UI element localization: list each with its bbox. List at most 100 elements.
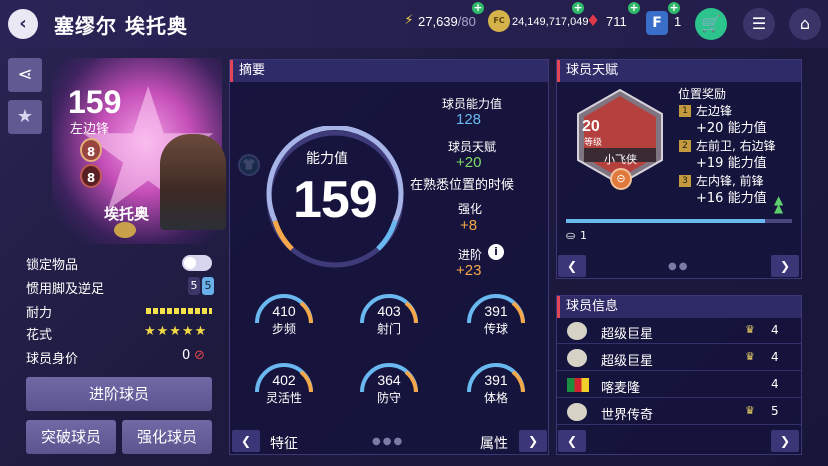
talent-medal-icon: ⊝	[610, 168, 632, 190]
base-label: 球员能力值	[442, 97, 503, 111]
value-row: 球员身价 0 ⊘	[26, 346, 214, 368]
lock-toggle[interactable]	[182, 255, 212, 271]
stat-physical: 391 体格	[465, 356, 527, 406]
enhance-label: 强化	[458, 202, 483, 216]
summary-footer-right[interactable]: 属性	[480, 433, 508, 453]
foot-right: 5	[202, 277, 214, 295]
stamina-row: 耐力	[26, 300, 214, 322]
bonus-val-3: +16 能力值	[696, 191, 767, 206]
talent-prev-button[interactable]: ❮	[558, 255, 586, 277]
enhance-player-button[interactable]: 强化球员	[122, 420, 212, 454]
home-icon[interactable]: ⌂	[789, 8, 821, 40]
info-label: 超级巨星	[601, 354, 654, 369]
stamina-label: 耐力	[26, 306, 53, 321]
gem-icon: ♦	[585, 11, 601, 30]
advance-label: 进阶	[458, 248, 483, 262]
energy-plus-button[interactable]: +	[472, 2, 484, 14]
menu-list-icon[interactable]: ☰	[743, 8, 775, 40]
talent-count: 1	[580, 229, 587, 242]
f-plus-button[interactable]: +	[668, 2, 680, 14]
info-label: 世界传奇	[601, 408, 654, 423]
summary-page-dots: ●●●	[372, 436, 405, 447]
talent-progress-track	[566, 219, 792, 223]
gem-value: 711	[606, 14, 627, 29]
coin-plus-button[interactable]: +	[572, 2, 584, 14]
info-prev-button[interactable]: ❮	[558, 430, 586, 452]
info-next-button[interactable]: ❯	[771, 430, 799, 452]
card-badge-enhance: 8	[80, 164, 102, 188]
talent-level: 20	[582, 118, 600, 135]
info-row[interactable]: 喀麦隆 4	[557, 372, 801, 398]
info-icon[interactable]: i	[488, 244, 504, 260]
stat-value: 410	[272, 303, 296, 319]
energy-amount: 27,639	[418, 14, 458, 29]
talent-level-unit: 等级	[584, 138, 603, 148]
bonus-val-1: +20 能力值	[696, 121, 767, 136]
stat-value: 402	[272, 372, 296, 388]
double-chevron-up-icon: ▲ ▲	[774, 193, 784, 215]
stamina-bar	[146, 308, 212, 314]
talent-next-button[interactable]: ❯	[771, 255, 799, 277]
cart-icon[interactable]: 🛒	[695, 8, 727, 40]
foot-row: 惯用脚及逆足 5 5	[26, 276, 214, 298]
energy-value: 27,639/80	[418, 14, 476, 29]
talent-count-icon: ⛀	[566, 229, 576, 242]
card-overall: 159	[68, 84, 122, 120]
favorite-star-icon[interactable]: ★	[8, 100, 42, 134]
superstar-icon	[567, 322, 587, 340]
enhance-value: +8	[460, 217, 478, 234]
world-legend-icon	[567, 403, 587, 421]
talent-page-dots: ●●	[668, 261, 690, 272]
no-trade-icon: ⊘	[194, 348, 205, 363]
card-badge-rank: 8	[80, 138, 102, 162]
summary-prev-button[interactable]: ❮	[232, 430, 260, 452]
stat-label: 防守	[376, 391, 401, 405]
summary-next-button[interactable]: ❯	[519, 430, 547, 452]
crown-icon: ♛	[745, 404, 755, 417]
stat-value: 391	[484, 372, 508, 388]
summary-title: 摘要	[230, 60, 548, 82]
upgrade-player-button[interactable]: 进阶球员	[26, 377, 212, 411]
share-icon[interactable]: ⋖	[8, 58, 42, 92]
player-photo	[160, 134, 226, 230]
info-row[interactable]: 超级巨星 ♛ 4	[557, 345, 801, 371]
stat-shooting: 403 射门	[358, 287, 420, 337]
value-amount: 0	[182, 348, 191, 363]
crown-icon: ♛	[745, 323, 755, 336]
lock-row: 锁定物品	[26, 252, 214, 274]
top-bar: ‹ 塞缪尔 埃托奥 ⚡ + 27,639/80 FC + 24,149,717,…	[0, 0, 828, 48]
stat-passing: 391 传球	[465, 287, 527, 337]
stat-value: 364	[377, 372, 401, 388]
talent-progress-fill	[566, 219, 765, 223]
info-row[interactable]: 世界传奇 ♛ 5	[557, 399, 801, 425]
bonus-val-2: +19 能力值	[696, 156, 767, 171]
info-label: 喀麦隆	[601, 381, 641, 396]
advance-value: +23	[456, 262, 482, 279]
stat-defense: 364 防守	[358, 356, 420, 406]
league-icon	[114, 222, 136, 238]
foot-left: 5	[188, 277, 200, 295]
foot-label: 惯用脚及逆足	[26, 282, 105, 297]
page-title: 塞缪尔 埃托奥	[54, 14, 188, 38]
stat-label: 步频	[271, 322, 296, 336]
info-row[interactable]: 超级巨星 ♛ 4	[557, 318, 801, 344]
break-player-button[interactable]: 突破球员	[26, 420, 116, 454]
coin-value: 24,149,717,049	[512, 16, 589, 28]
bonus-title: 位置奖励	[678, 87, 727, 101]
info-num: 4	[771, 377, 779, 391]
talent-label: 球员天赋	[448, 140, 497, 154]
stat-value: 403	[377, 303, 401, 319]
stat-agility: 402 灵活性	[253, 356, 315, 406]
card-name: 埃托奥	[104, 205, 150, 223]
info-label: 超级巨星	[601, 327, 654, 342]
lock-label: 锁定物品	[26, 258, 79, 273]
skill-stars: ★★★★★	[144, 324, 208, 339]
info-num: 4	[771, 323, 779, 337]
back-button[interactable]: ‹	[8, 9, 38, 39]
talent-title: 球员天赋	[557, 60, 801, 82]
gem-plus-button[interactable]: +	[628, 2, 640, 14]
info-num: 5	[771, 404, 779, 418]
summary-footer-left[interactable]: 特征	[270, 433, 298, 453]
base-value: 128	[456, 111, 482, 128]
stat-pace: 410 步频	[253, 287, 315, 337]
